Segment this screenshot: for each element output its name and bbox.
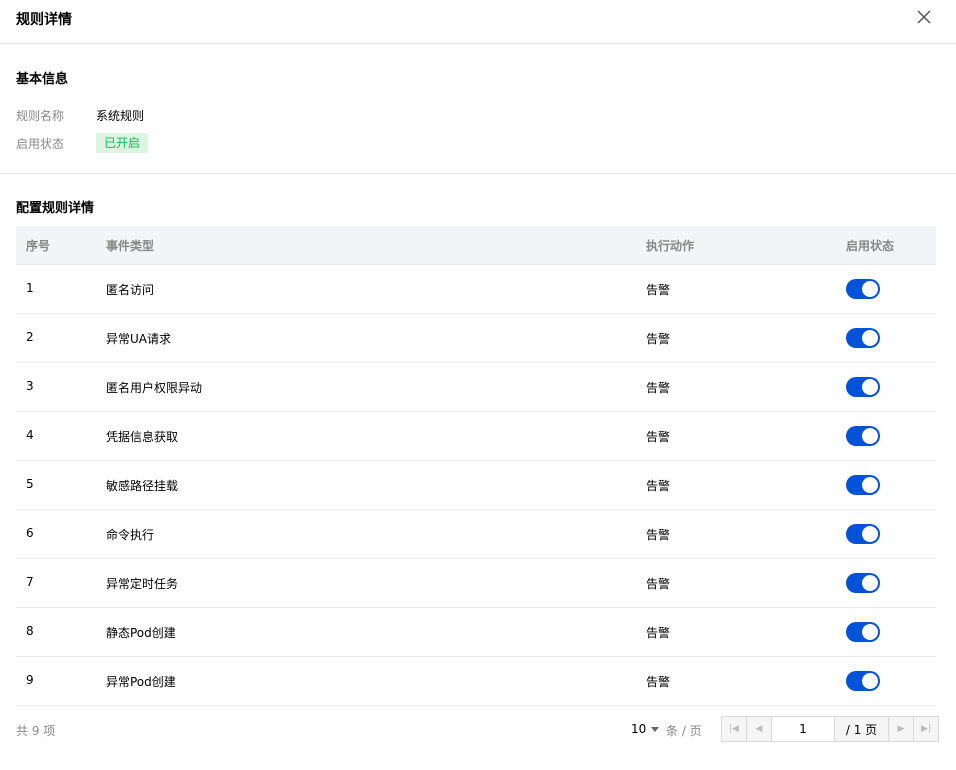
next-page-icon[interactable]: ▶ (888, 717, 913, 741)
row-event-type: 异常Pod创建 (106, 675, 176, 689)
row-action: 告警 (646, 332, 671, 346)
row-event-type: 匿名用户权限异动 (106, 381, 203, 395)
row-no: 8 (26, 624, 34, 638)
column-header-action: 执行动作 (646, 239, 695, 253)
last-page-icon[interactable]: ▶| (913, 717, 938, 741)
page-size-value: 10 (631, 722, 647, 736)
table-header: 序号 事件类型 执行动作 启用状态 (16, 226, 936, 265)
enable-toggle[interactable] (846, 426, 880, 446)
row-event-type: 命令执行 (106, 528, 155, 542)
table-row: 9 异常Pod创建 告警 (16, 657, 936, 706)
row-event-type: 凭据信息获取 (106, 430, 179, 444)
table-row: 6 命令执行 告警 (16, 510, 936, 559)
basic-info-title: 基本信息 (16, 72, 69, 87)
row-no: 4 (26, 428, 34, 442)
row-event-type: 异常UA请求 (106, 332, 171, 346)
enable-toggle[interactable] (846, 328, 880, 348)
row-action: 告警 (646, 675, 671, 689)
pagination-bar: 共 9 项 10 条 / 页 |◀ ◀ / 1 页 ▶ ▶| (0, 716, 956, 746)
caret-down-icon (651, 727, 660, 732)
enable-toggle[interactable] (846, 671, 880, 691)
column-header-status: 启用状态 (846, 239, 895, 253)
enable-toggle[interactable] (846, 475, 880, 495)
config-section-title: 配置规则详情 (16, 201, 95, 216)
drawer-title: 规则详情 (16, 12, 72, 28)
rule-name-label: 规则名称 (16, 109, 65, 123)
row-action: 告警 (646, 479, 671, 493)
page-input[interactable] (772, 717, 835, 741)
total-pages: / 1 页 (845, 722, 878, 737)
close-icon[interactable] (916, 9, 932, 25)
prev-page-icon[interactable]: ◀ (747, 717, 772, 741)
row-no: 2 (26, 330, 34, 344)
status-badge: 已开启 (96, 133, 149, 153)
row-action: 告警 (646, 430, 671, 444)
row-no: 5 (26, 477, 34, 491)
row-action: 告警 (646, 283, 671, 297)
rules-table: 序号 事件类型 执行动作 启用状态 1 匿名访问 告警 2 异常UA请求 告警 3 匿名用户权… (16, 226, 936, 706)
pager: |◀ ◀ / 1 页 ▶ ▶| (721, 716, 939, 742)
table-row: 7 异常定时任务 告警 (16, 559, 936, 608)
row-event-type: 匿名访问 (106, 283, 155, 297)
drawer-header: 规则详情 (0, 0, 956, 44)
enable-toggle[interactable] (846, 622, 880, 642)
table-body: 1 匿名访问 告警 2 异常UA请求 告警 3 匿名用户权限异动 告警 4 凭据信息获取 告警 5 敏感路… (16, 265, 936, 706)
row-no: 9 (26, 673, 34, 687)
per-page-label: 条 / 页 (666, 724, 702, 738)
enable-toggle[interactable] (846, 524, 880, 544)
enable-toggle[interactable] (846, 377, 880, 397)
row-no: 3 (26, 379, 34, 393)
row-action: 告警 (646, 528, 671, 542)
column-header-no: 序号 (26, 239, 51, 253)
row-no: 6 (26, 526, 34, 540)
row-event-type: 敏感路径挂载 (106, 479, 179, 493)
table-row: 2 异常UA请求 告警 (16, 314, 936, 363)
basic-info-section: 基本信息 规则名称 系统规则 启用状态 已开启 (0, 44, 956, 174)
enable-toggle[interactable] (846, 573, 880, 593)
table-row: 8 静态Pod创建 告警 (16, 608, 936, 657)
total-count: 共 9 项 (16, 724, 56, 738)
table-row: 1 匿名访问 告警 (16, 265, 936, 314)
row-no: 7 (26, 575, 34, 589)
row-action: 告警 (646, 381, 671, 395)
row-event-type: 静态Pod创建 (106, 626, 176, 640)
enable-toggle[interactable] (846, 279, 880, 299)
row-action: 告警 (646, 626, 671, 640)
status-label: 启用状态 (16, 137, 65, 151)
row-action: 告警 (646, 577, 671, 591)
rule-name-value: 系统规则 (96, 109, 145, 123)
table-row: 5 敏感路径挂载 告警 (16, 461, 936, 510)
first-page-icon[interactable]: |◀ (722, 717, 747, 741)
column-header-event: 事件类型 (106, 239, 155, 253)
row-no: 1 (26, 281, 34, 295)
page-size-select[interactable]: 10 (631, 722, 660, 736)
row-event-type: 异常定时任务 (106, 577, 179, 591)
table-row: 3 匿名用户权限异动 告警 (16, 363, 936, 412)
table-row: 4 凭据信息获取 告警 (16, 412, 936, 461)
